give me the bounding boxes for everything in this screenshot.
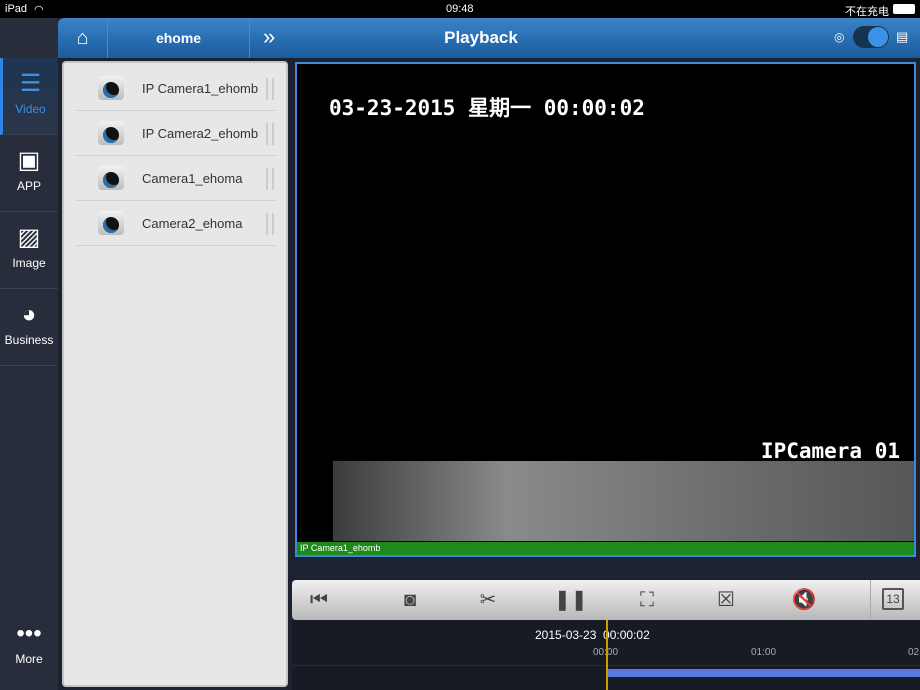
sidebar-item-app[interactable]: ▣ APP — [0, 135, 58, 212]
header-bar: ⌂ ehome » Playback ◎ ▤ — [58, 18, 920, 58]
sidebar-item-label: APP — [16, 179, 41, 193]
tick-label: 01:00 — [751, 647, 777, 658]
playback-speed-icon[interactable]: ⏮ — [306, 588, 332, 612]
home-icon: ⌂ — [76, 27, 89, 49]
home-button[interactable]: ⌂ — [58, 18, 108, 58]
sidebar-item-label: Business — [4, 333, 54, 347]
playhead[interactable] — [606, 620, 608, 690]
osd-camera-name: IPCamera 01 — [760, 439, 900, 463]
camera-list: IP Camera1_ehomb IP Camera2_ehomb Camera… — [62, 61, 288, 687]
video-player[interactable]: 03-23-2015 星期一 00:00:02 IPCamera 01 IP C… — [295, 62, 916, 557]
timeline[interactable]: 2015-03-23 00:00:02 00:00 01:00 02 — [292, 620, 920, 690]
clock: 09:48 — [446, 3, 474, 15]
playback-toolbar: ⏮ ◙ ✂ ❚❚ ⛶ ☒ 🔇 13 — [292, 580, 920, 620]
fullscreen-icon[interactable]: ⛶ — [634, 588, 660, 612]
list-item[interactable]: IP Camera1_ehomb — [76, 66, 276, 111]
sidebar-item-business[interactable]: ◕ Business — [0, 289, 58, 366]
drag-handle[interactable] — [266, 78, 274, 100]
camera-icon — [98, 76, 124, 100]
sidebar-item-label: More — [15, 652, 43, 666]
osd-datetime: 03-23-2015 星期一 00:00:02 — [329, 96, 645, 120]
camera-snapshot-icon[interactable]: ◙ — [397, 588, 423, 612]
sidebar-item-label: Image — [12, 256, 46, 270]
image-icon: ▨ — [17, 224, 41, 251]
wifi-icon: ◠ — [34, 4, 44, 16]
status-bar: iPad ◠ 09:48 不在充电 — [0, 0, 920, 18]
battery-status: 不在充电 — [845, 6, 889, 18]
location-button[interactable]: ehome — [108, 18, 250, 58]
camera-name: IP Camera2_ehomb — [142, 126, 259, 141]
pause-icon[interactable]: ❚❚ — [554, 588, 588, 612]
tick-label: 02 — [908, 647, 920, 658]
grid-icon[interactable]: ▤ — [896, 29, 908, 45]
pie-chart-icon: ◕ — [21, 301, 37, 328]
video-list-icon: ☰ — [19, 70, 42, 97]
close-window-icon[interactable]: ☒ — [713, 588, 739, 612]
drag-handle[interactable] — [266, 123, 274, 145]
sidebar-item-label: Video — [15, 102, 46, 116]
channel-label: IP Camera1_ehomb — [297, 542, 914, 555]
mode-toggle[interactable] — [853, 26, 889, 48]
list-item[interactable]: Camera1_ehoma — [76, 156, 276, 201]
chevron-right-icon[interactable]: » — [263, 18, 275, 56]
drag-handle[interactable] — [266, 168, 274, 190]
sidebar-item-more[interactable]: ••• More — [0, 612, 58, 689]
scissors-icon[interactable]: ✂ — [475, 588, 501, 612]
clock-icon: ◎ — [834, 30, 845, 44]
camera-icon — [98, 166, 124, 190]
battery-icon — [893, 4, 915, 14]
more-icon: ••• — [16, 620, 42, 647]
sidebar-item-video[interactable]: ☰ Video — [0, 58, 58, 135]
recording-segment[interactable] — [607, 669, 920, 677]
list-item[interactable]: IP Camera2_ehomb — [76, 111, 276, 156]
camera-name: Camera1_ehoma — [142, 171, 243, 186]
camera-name: Camera2_ehoma — [142, 216, 243, 231]
mute-icon[interactable]: 🔇 — [791, 588, 817, 612]
video-frame — [333, 461, 914, 541]
app-icon: ▣ — [17, 147, 41, 174]
divider — [870, 580, 871, 620]
list-item[interactable]: Camera2_ehoma — [76, 201, 276, 246]
camera-icon — [98, 121, 124, 145]
sidebar-item-image[interactable]: ▨ Image — [0, 212, 58, 289]
drag-handle[interactable] — [266, 213, 274, 235]
camera-icon — [98, 211, 124, 235]
camera-name: IP Camera1_ehomb — [142, 81, 259, 96]
current-time: 2015-03-23 00:00:02 — [535, 628, 650, 642]
page-title: Playback — [444, 28, 518, 47]
calendar-icon[interactable]: 13 — [882, 588, 904, 610]
device-name: iPad — [5, 3, 28, 15]
sidebar: ☰ Video ▣ APP ▨ Image ◕ Business ••• More — [0, 18, 58, 690]
